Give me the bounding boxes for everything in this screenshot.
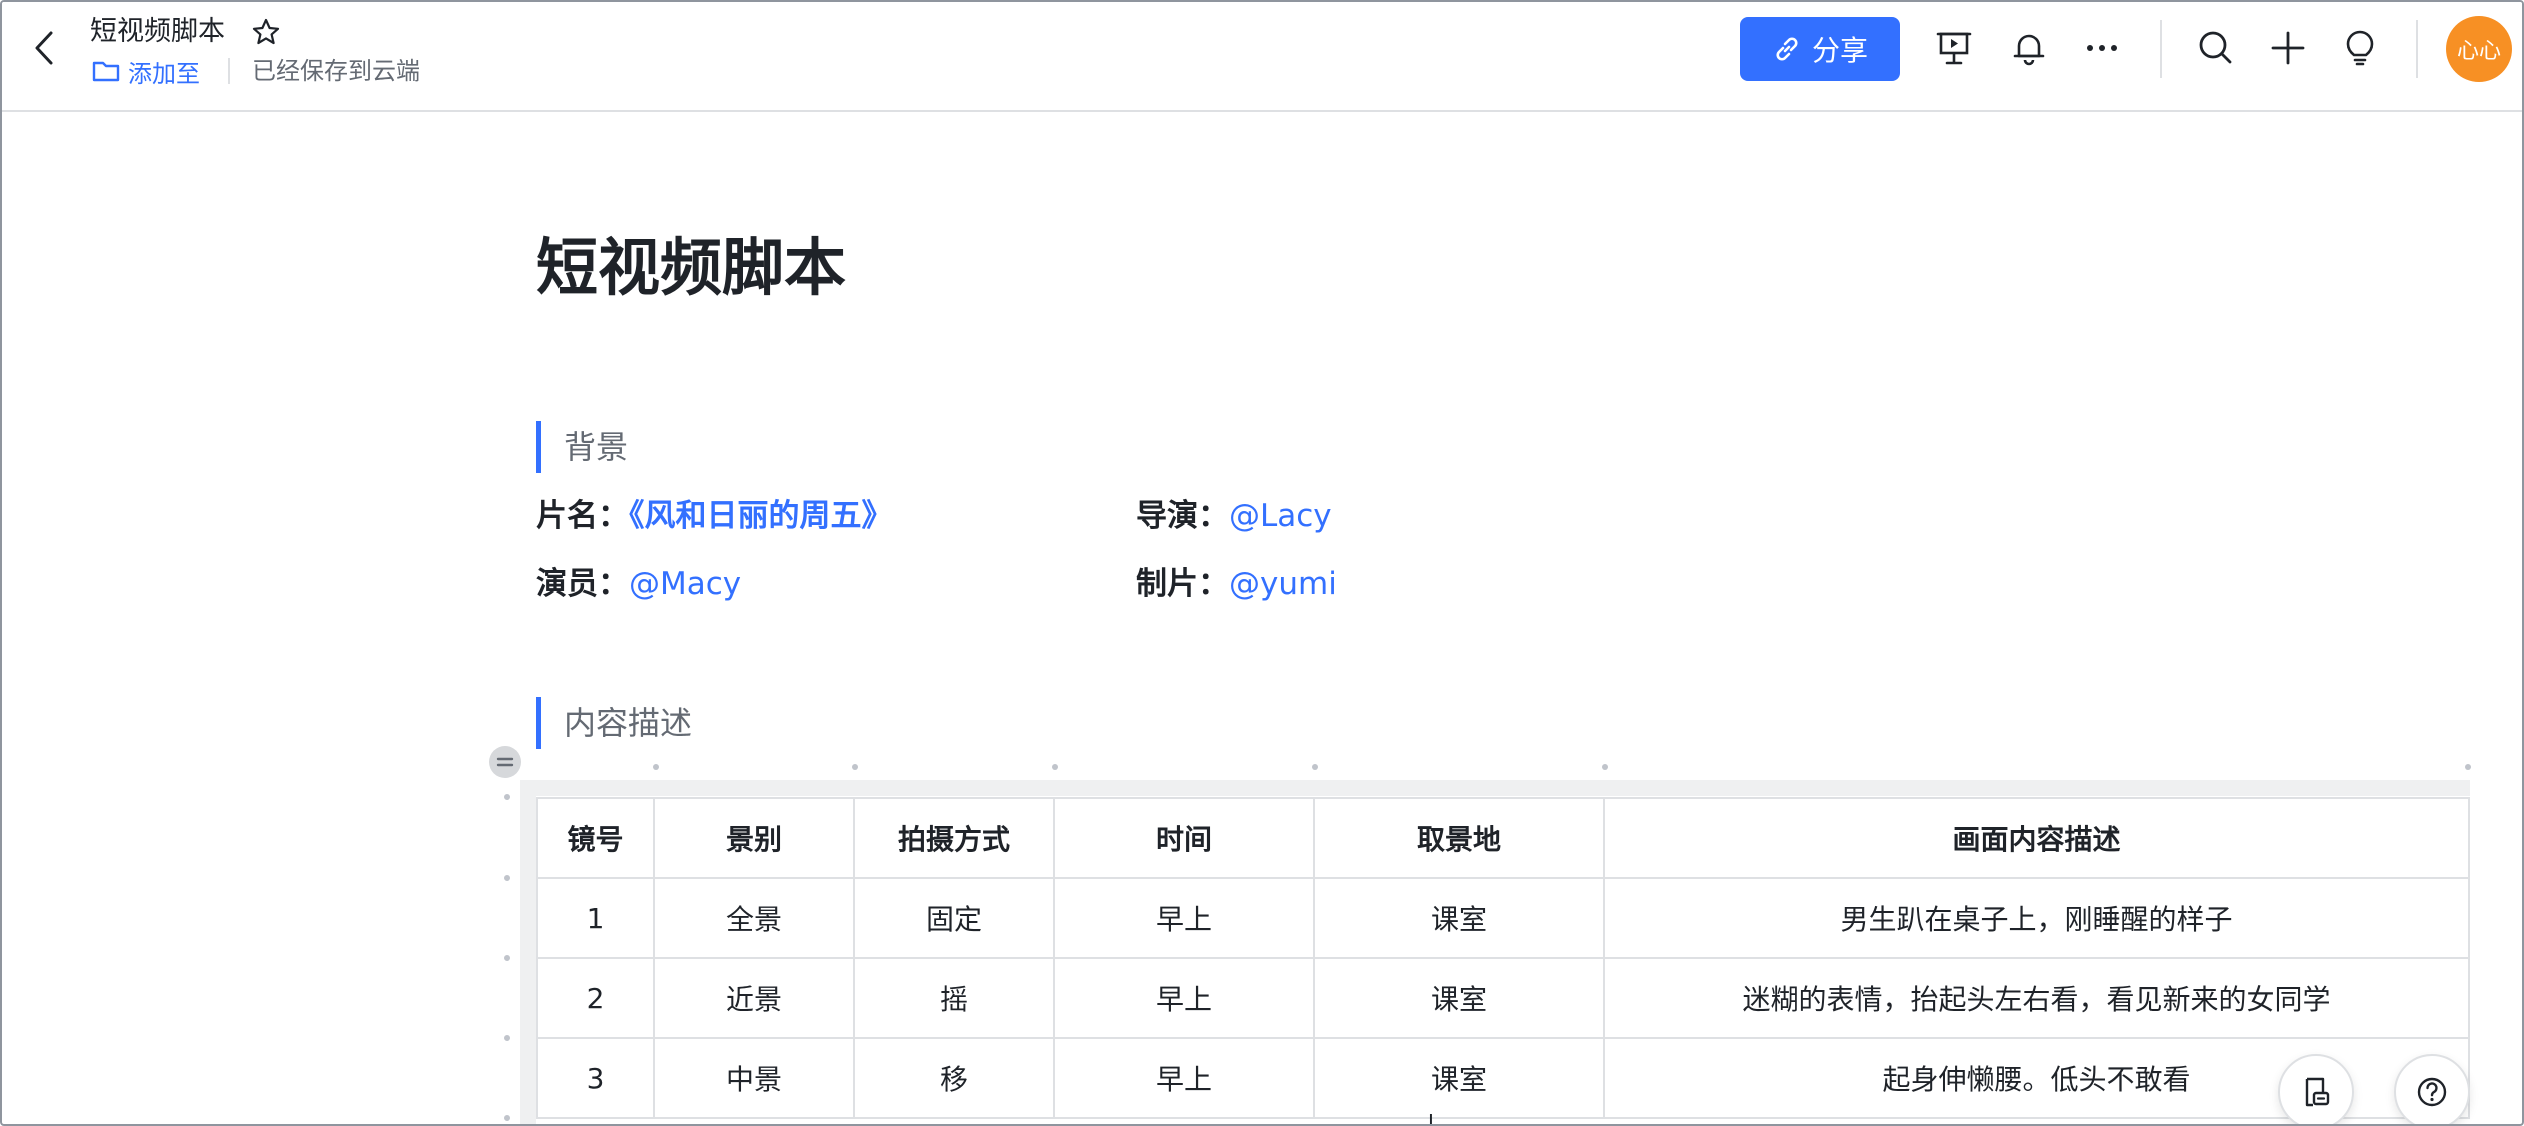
actor-mention[interactable]: @Macy xyxy=(629,566,741,602)
header-cell[interactable]: 景别 xyxy=(653,797,855,879)
share-button[interactable]: 分享 xyxy=(1740,17,1900,81)
column-insert-dot[interactable] xyxy=(1602,764,1608,770)
new-button[interactable] xyxy=(2266,26,2310,70)
row-insert-dot[interactable] xyxy=(504,1115,510,1121)
back-button[interactable] xyxy=(24,28,64,68)
more-button[interactable] xyxy=(2080,26,2124,70)
table-cell[interactable]: 迷糊的表情，抬起头左右看，看见新来的女同学 xyxy=(1603,957,2470,1039)
actor-label: 演员： xyxy=(536,566,629,602)
folder-icon xyxy=(92,61,120,82)
star-icon[interactable] xyxy=(251,17,281,47)
back-icon xyxy=(35,31,53,65)
column-insert-dot[interactable] xyxy=(1052,764,1058,770)
text-cursor-icon: I xyxy=(1428,1110,1434,1126)
producer-mention[interactable]: @yumi xyxy=(1229,566,1337,602)
table-cell[interactable]: 摇 xyxy=(853,957,1055,1039)
save-status: 已经保存到云端 xyxy=(252,57,420,85)
table-cell[interactable]: 早上 xyxy=(1053,877,1315,959)
producer-label: 制片： xyxy=(1136,566,1229,602)
column-insert-dot[interactable] xyxy=(653,764,659,770)
drag-handle-icon xyxy=(496,757,514,767)
section-heading-content[interactable]: 内容描述 xyxy=(536,697,692,749)
row-insert-dot[interactable] xyxy=(504,1035,510,1041)
bell-icon xyxy=(2013,34,2045,66)
table-cell[interactable]: 课室 xyxy=(1313,877,1605,959)
top-bar: 短视频脚本 添加至 已经保存到云端 分享 心心 xyxy=(2,2,2522,112)
table-cell[interactable]: 早上 xyxy=(1053,957,1315,1039)
table-row: 1 全景 固定 早上 课室 男生趴在桌子上，刚睡醒的样子 xyxy=(536,877,2470,959)
link-icon xyxy=(1776,37,1798,61)
table-cell[interactable]: 1 xyxy=(536,877,655,959)
header-cell[interactable]: 画面内容描述 xyxy=(1603,797,2470,879)
director-mention[interactable]: @Lacy xyxy=(1229,498,1332,534)
present-icon xyxy=(1936,32,1972,65)
page-title[interactable]: 短视频脚本 xyxy=(536,217,846,307)
table-cell[interactable]: 课室 xyxy=(1313,957,1605,1039)
app-window: 短视频脚本 添加至 已经保存到云端 分享 心心 短视频脚本 背景 片名：《风和日… xyxy=(0,0,2524,1126)
table-cell[interactable]: 全景 xyxy=(653,877,855,959)
help-icon xyxy=(2417,1077,2447,1107)
row-insert-dot[interactable] xyxy=(504,794,510,800)
meta-divider xyxy=(228,58,230,84)
present-button[interactable] xyxy=(1932,26,1976,70)
row-insert-dot[interactable] xyxy=(504,955,510,961)
tips-button[interactable] xyxy=(2338,26,2382,70)
table-cell[interactable]: 3 xyxy=(536,1037,655,1119)
section-heading-background[interactable]: 背景 xyxy=(536,421,628,473)
film-name-label: 片名： xyxy=(536,498,629,534)
row-selector-bar[interactable] xyxy=(520,780,536,1124)
table-cell[interactable]: 2 xyxy=(536,957,655,1039)
row-insert-dot[interactable] xyxy=(504,875,510,881)
bulb-icon xyxy=(2346,30,2374,66)
table-cell[interactable]: 男生趴在桌子上，刚睡醒的样子 xyxy=(1603,877,2470,959)
actor-field: 演员：@Macy xyxy=(536,562,741,606)
table-drag-handle[interactable] xyxy=(489,746,521,778)
header-cell[interactable]: 拍摄方式 xyxy=(853,797,1055,879)
table-header-row: 镜号 景别 拍摄方式 时间 取景地 画面内容描述 xyxy=(536,797,2470,879)
user-avatar[interactable]: 心心 xyxy=(2446,16,2512,82)
script-table: 镜号 景别 拍摄方式 时间 取景地 画面内容描述 1 全景 固定 早上 课室 男… xyxy=(536,797,2470,1119)
table-cell[interactable]: 固定 xyxy=(853,877,1055,959)
table-cell[interactable]: 早上 xyxy=(1053,1037,1315,1119)
add-to-folder-link[interactable]: 添加至 xyxy=(92,55,200,88)
more-icon xyxy=(2087,45,2117,51)
search-button[interactable] xyxy=(2194,26,2238,70)
director-field: 导演：@Lacy xyxy=(1136,494,1332,538)
add-to-label: 添加至 xyxy=(128,59,200,88)
header-cell[interactable]: 镜号 xyxy=(536,797,655,879)
header-cell[interactable]: 时间 xyxy=(1053,797,1315,879)
column-selector-bar[interactable] xyxy=(520,780,2470,796)
film-name-value[interactable]: 《风和日丽的周五》 xyxy=(629,498,893,534)
doc-review-icon xyxy=(2305,1077,2330,1107)
producer-field: 制片：@yumi xyxy=(1136,562,1337,606)
table-cell[interactable]: 移 xyxy=(853,1037,1055,1119)
toolbar-separator xyxy=(2416,20,2418,78)
column-insert-dot[interactable] xyxy=(852,764,858,770)
table-cell[interactable]: 近景 xyxy=(653,957,855,1039)
column-insert-dot[interactable] xyxy=(2465,764,2471,770)
header-cell[interactable]: 取景地 xyxy=(1313,797,1605,879)
table-row: 2 近景 摇 早上 课室 迷糊的表情，抬起头左右看，看见新来的女同学 xyxy=(536,957,2470,1039)
plus-icon xyxy=(2271,31,2305,65)
help-button[interactable] xyxy=(2394,1054,2470,1124)
column-insert-dot[interactable] xyxy=(1312,764,1318,770)
film-name-field: 片名：《风和日丽的周五》 xyxy=(536,494,893,538)
notifications-button[interactable] xyxy=(2007,26,2051,70)
share-label: 分享 xyxy=(1811,34,1868,67)
doc-title[interactable]: 短视频脚本 xyxy=(90,15,225,49)
table-cell[interactable]: 课室 xyxy=(1313,1037,1605,1119)
director-label: 导演： xyxy=(1136,498,1229,534)
doc-review-button[interactable] xyxy=(2278,1054,2354,1124)
table-cell[interactable]: 中景 xyxy=(653,1037,855,1119)
toolbar-separator xyxy=(2160,20,2162,78)
search-icon xyxy=(2199,31,2232,64)
table-row: 3 中景 移 早上 课室 起身伸懒腰。低头不敢看 xyxy=(536,1037,2470,1119)
